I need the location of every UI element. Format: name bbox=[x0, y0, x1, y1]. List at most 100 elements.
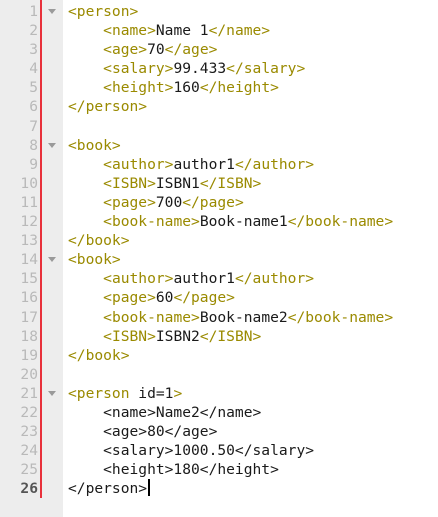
text-token: 700 bbox=[155, 193, 183, 211]
xml-tag-token: <author> bbox=[103, 155, 174, 173]
code-line[interactable]: 1 <person> bbox=[0, 2, 438, 21]
xml-tag-token: <book-name> bbox=[103, 308, 200, 326]
xml-tag-token: <book> bbox=[68, 136, 121, 154]
code-text: <ISBN>ISBN1</ISBN> bbox=[68, 174, 261, 193]
code-line[interactable]: 20 bbox=[0, 365, 438, 384]
line-number: 17 bbox=[20, 308, 38, 326]
text-token: ISBN1 bbox=[155, 174, 200, 192]
code-line[interactable]: 3 <age>70</age> bbox=[0, 40, 438, 59]
code-text: </book> bbox=[68, 231, 130, 250]
xml-tag-token: <person bbox=[68, 384, 139, 402]
code-text: </person> bbox=[68, 479, 150, 498]
code-line[interactable]: 22 <name>Name2</name> bbox=[0, 403, 438, 422]
fold-toggle-icon[interactable] bbox=[47, 136, 57, 155]
xml-tag-token: <author> bbox=[103, 270, 174, 288]
text-token: author1 bbox=[173, 270, 235, 288]
xml-tag-token: </name> bbox=[208, 22, 271, 40]
code-text: <page>700</page> bbox=[68, 193, 244, 212]
text-token: <name>Name2</name> bbox=[68, 403, 262, 421]
code-line[interactable]: 2 <name>Name 1</name> bbox=[0, 21, 438, 40]
code-line[interactable]: 19 </book> bbox=[0, 346, 438, 365]
code-line[interactable]: 14 <book> bbox=[0, 250, 438, 269]
code-text: <ISBN>ISBN2</ISBN> bbox=[68, 327, 261, 346]
text-token: Book-name1 bbox=[199, 213, 288, 231]
line-number: 18 bbox=[20, 327, 38, 345]
text-token: Book-name2 bbox=[199, 308, 288, 326]
line-number: 6 bbox=[29, 98, 38, 116]
code-line[interactable]: 13 </book> bbox=[0, 231, 438, 250]
xml-tag-token: <salary> bbox=[103, 60, 174, 78]
xml-tag-token: </author> bbox=[234, 155, 315, 173]
code-line[interactable]: 23 <age>80</age> bbox=[0, 422, 438, 441]
text-token: <height>180</height> bbox=[68, 461, 279, 479]
line-number: 8 bbox=[29, 136, 38, 154]
line-number: 12 bbox=[20, 213, 38, 231]
code-text: <book> bbox=[68, 136, 121, 155]
line-number: 13 bbox=[20, 232, 38, 250]
text-token: author1 bbox=[173, 155, 235, 173]
code-line[interactable]: 25 <height>180</height> bbox=[0, 460, 438, 479]
code-line[interactable]: 9 <author>author1</author> bbox=[0, 155, 438, 174]
xml-tag-token: </salary> bbox=[226, 60, 306, 78]
text-token: Name 1 bbox=[155, 22, 209, 40]
text-token: 160 bbox=[173, 79, 200, 97]
code-line[interactable]: 12 <book-name>Book-name1</book-name> bbox=[0, 212, 438, 231]
code-line[interactable]: 8 <book> bbox=[0, 136, 438, 155]
code-line[interactable]: 21 <person id=1> bbox=[0, 384, 438, 403]
code-line[interactable]: 11 <page>700</page> bbox=[0, 193, 438, 212]
text-token: id=1 bbox=[138, 384, 174, 402]
line-number: 4 bbox=[29, 60, 38, 78]
text-token: 60 bbox=[155, 289, 174, 307]
code-line[interactable]: 4 <salary>99.433</salary> bbox=[0, 59, 438, 78]
xml-tag-token: <person> bbox=[68, 3, 139, 20]
code-line[interactable]: 26 </person> bbox=[0, 479, 438, 498]
code-line[interactable]: 7 bbox=[0, 117, 438, 136]
code-line[interactable]: 6 </person> bbox=[0, 97, 438, 116]
line-number: 9 bbox=[29, 155, 38, 173]
xml-tag-token: <page> bbox=[103, 289, 156, 307]
code-line[interactable]: 24 <salary>1000.50</salary> bbox=[0, 441, 438, 460]
line-number: 24 bbox=[20, 442, 38, 460]
xml-tag-token: </book-name> bbox=[287, 213, 394, 231]
code-line[interactable]: 17 <book-name>Book-name2</book-name> bbox=[0, 308, 438, 327]
xml-tag-token: </person> bbox=[68, 98, 148, 116]
xml-tag-token: </book> bbox=[68, 232, 130, 250]
text-token: </person> bbox=[68, 480, 148, 498]
code-text: <name>Name 1</name> bbox=[68, 21, 270, 40]
code-line[interactable]: 15 <author>author1</author> bbox=[0, 269, 438, 288]
fold-toggle-icon[interactable] bbox=[47, 2, 57, 21]
line-number: 10 bbox=[20, 174, 38, 192]
code-line[interactable]: 5 <height>160</height> bbox=[0, 78, 438, 97]
xml-tag-token: </book> bbox=[68, 346, 130, 364]
code-text: </book> bbox=[68, 346, 130, 365]
xml-tag-token: <ISBN> bbox=[103, 174, 156, 192]
xml-tag-token: </age> bbox=[164, 41, 218, 59]
text-token: 70 bbox=[147, 41, 165, 59]
code-line[interactable]: 18 <ISBN>ISBN2</ISBN> bbox=[0, 327, 438, 346]
fold-toggle-icon[interactable] bbox=[47, 250, 57, 269]
code-text: <book-name>Book-name2</book-name> bbox=[68, 308, 393, 327]
code-text: <age>70</age> bbox=[68, 40, 217, 59]
code-text: <author>author1</author> bbox=[68, 269, 314, 288]
code-text: <age>80</age> bbox=[68, 422, 217, 441]
code-line[interactable]: 16 <page>60</page> bbox=[0, 288, 438, 307]
text-token: 99.433 bbox=[173, 60, 227, 78]
text-token: <age>80</age> bbox=[68, 423, 218, 441]
code-line[interactable]: 10 <ISBN>ISBN1</ISBN> bbox=[0, 174, 438, 193]
code-text: <name>Name2</name> bbox=[68, 403, 261, 422]
code-text: <person> bbox=[68, 2, 138, 21]
code-text: <person id=1> bbox=[68, 384, 182, 403]
fold-toggle-icon[interactable] bbox=[47, 384, 57, 403]
code-text: <page>60</page> bbox=[68, 288, 235, 307]
xml-tag-token: </book-name> bbox=[287, 308, 394, 326]
code-editor[interactable]: 1 <person> 2 <name>Name 1</name> 3 <age>70<… bbox=[0, 0, 438, 517]
text-token: <salary>1000.50</salary> bbox=[68, 442, 315, 460]
xml-tag-token: <ISBN> bbox=[103, 327, 156, 345]
line-number: 23 bbox=[20, 423, 38, 441]
